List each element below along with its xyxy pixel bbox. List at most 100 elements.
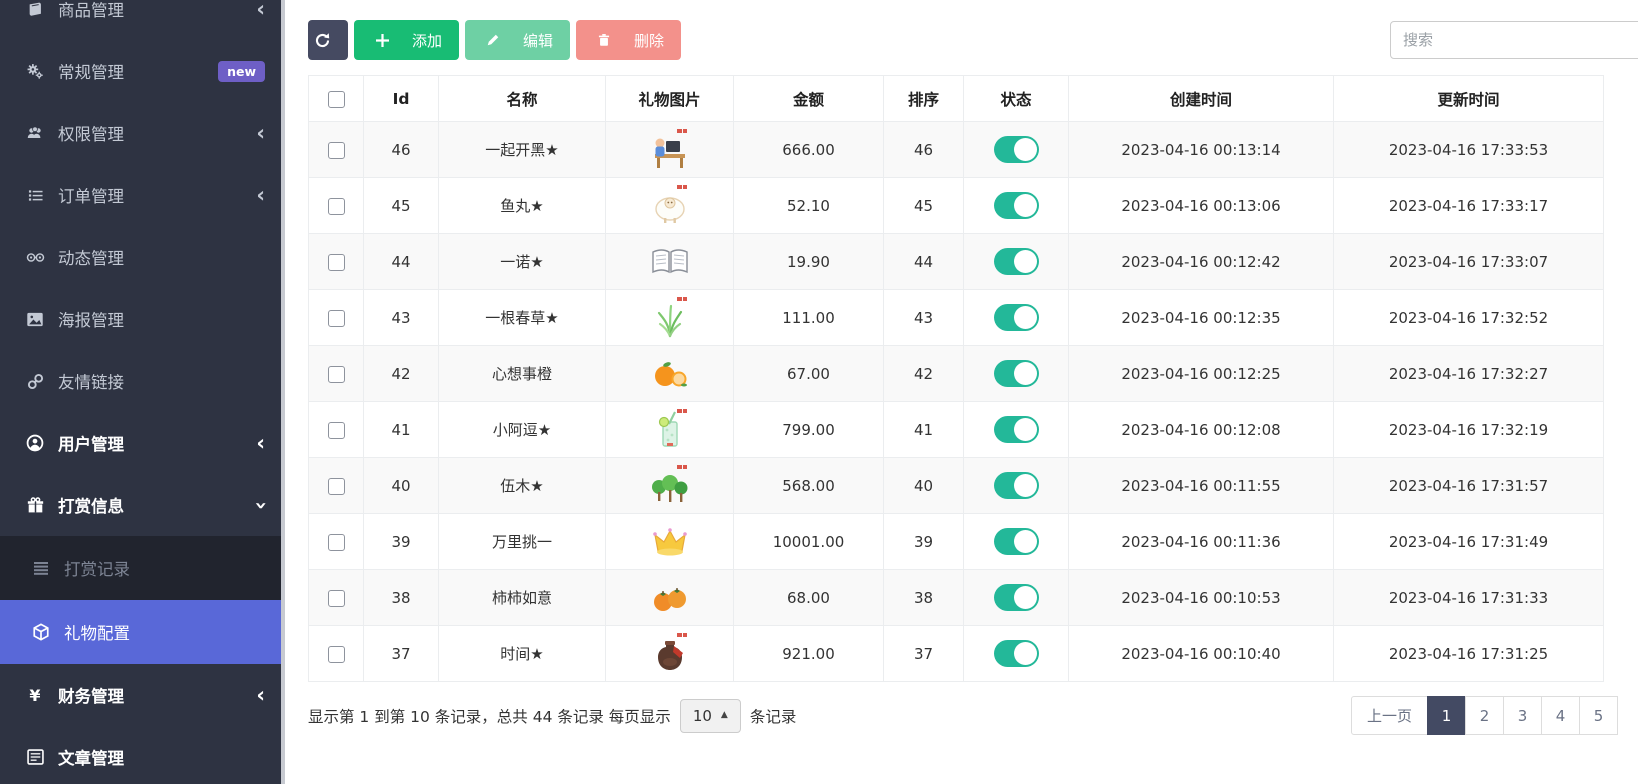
column-header: 更新时间 — [1333, 75, 1604, 122]
page-size-select[interactable]: 10 ▲ — [679, 698, 741, 733]
status-toggle[interactable] — [993, 192, 1039, 219]
sidebar-item[interactable]: 常规管理 new — [0, 40, 285, 102]
persimmons-image — [648, 576, 692, 620]
sidebar-nav: 商品管理 ‹ 常规管理 new 权限管理 ‹ 订单管理 ‹ 动态管理 海报管理 友情链接 用户管理 ‹ 打… — [0, 0, 285, 784]
status-toggle[interactable] — [993, 304, 1039, 331]
sidebar-item-label: 海报管理 — [58, 311, 124, 330]
cell-updated-time: 2023-04-16 17:31:25 — [1333, 625, 1604, 682]
cell-created-time: 2023-04-16 00:12:08 — [1068, 401, 1334, 458]
row-checkbox[interactable] — [327, 365, 345, 383]
select-all-header — [308, 75, 364, 122]
sidebar-item[interactable]: 权限管理 ‹ — [0, 102, 285, 164]
drink-image — [648, 408, 692, 452]
sidebar-item-label: 友情链接 — [58, 373, 124, 392]
row-checkbox[interactable] — [327, 421, 345, 439]
sidebar-item[interactable]: 商品管理 ‹ — [0, 0, 285, 40]
row-checkbox[interactable] — [327, 141, 345, 159]
row-checkbox[interactable] — [327, 589, 345, 607]
cell-status — [963, 569, 1069, 626]
image-icon — [24, 312, 46, 327]
sidebar-item[interactable]: 打赏记录 — [0, 536, 285, 600]
row-checkbox[interactable] — [327, 533, 345, 551]
row-checkbox[interactable] — [327, 645, 345, 663]
status-toggle[interactable] — [993, 416, 1039, 443]
sidebar-item[interactable]: ¥ 财务管理 ‹ — [0, 664, 285, 726]
row-checkbox[interactable] — [327, 253, 345, 271]
sidebar-item[interactable]: 订单管理 ‹ — [0, 164, 285, 226]
cell-sort: 44 — [883, 233, 964, 290]
cell-name: 一根春草★ — [438, 289, 606, 346]
plus-icon — [371, 33, 393, 47]
cell-created-time: 2023-04-16 00:13:06 — [1068, 177, 1334, 234]
row-checkbox[interactable] — [327, 309, 345, 327]
cell-name: 鱼丸★ — [438, 177, 606, 234]
cell-gift-image — [605, 233, 734, 290]
cell-created-time: 2023-04-16 00:12:35 — [1068, 289, 1334, 346]
row-checkbox[interactable] — [327, 477, 345, 495]
cell-checkbox — [308, 345, 364, 402]
article-icon — [24, 749, 46, 765]
sidebar-item[interactable]: 打赏信息 ‹ — [0, 474, 285, 536]
sheep-image — [648, 184, 692, 228]
cell-amount: 921.00 — [733, 625, 884, 682]
table-row: 43 一根春草★ 111.00 43 2023-04-16 00:12:35 2023-0… — [308, 289, 1604, 346]
status-toggle[interactable] — [993, 528, 1039, 555]
cell-status — [963, 233, 1069, 290]
pagination-page-button[interactable]: 1 — [1427, 696, 1466, 735]
cell-created-time: 2023-04-16 00:11:55 — [1068, 457, 1334, 514]
cell-id: 40 — [363, 457, 439, 514]
watermark-icon — [676, 128, 687, 133]
row-checkbox[interactable] — [327, 197, 345, 215]
pagination: 上一页 1 2 3 4 5 — [1350, 696, 1618, 735]
list-icon — [24, 188, 46, 203]
sidebar-item[interactable]: 友情链接 — [0, 350, 285, 412]
status-toggle[interactable] — [993, 640, 1039, 667]
status-toggle[interactable] — [993, 248, 1039, 275]
sidebar-item[interactable]: 文章管理 — [0, 726, 285, 784]
cell-id: 45 — [363, 177, 439, 234]
table-row: 37 时间★ 921.00 37 2023-04-16 00:10:40 2023-04-… — [308, 625, 1604, 682]
cell-status — [963, 121, 1069, 178]
column-header: 排序 — [883, 75, 964, 122]
cell-created-time: 2023-04-16 00:12:42 — [1068, 233, 1334, 290]
sidebar-item[interactable]: 礼物配置 — [0, 600, 285, 664]
pagination-prev-button[interactable]: 上一页 — [1350, 696, 1428, 735]
status-toggle[interactable] — [993, 472, 1039, 499]
add-button[interactable]: 添加 — [354, 20, 460, 60]
table-row: 46 一起开黑★ 666.00 46 2023-04-16 00:13:14 2023-0… — [308, 121, 1604, 178]
cell-sort: 45 — [883, 177, 964, 234]
sidebar-scrollbar[interactable] — [281, 0, 285, 784]
search-input[interactable] — [1390, 21, 1638, 59]
pagination-page-button[interactable]: 2 — [1465, 696, 1504, 735]
status-toggle[interactable] — [993, 360, 1039, 387]
cell-checkbox — [308, 513, 364, 570]
watermark-icon — [676, 184, 687, 189]
cell-name: 伍木★ — [438, 457, 606, 514]
cell-amount: 67.00 — [733, 345, 884, 402]
sidebar-item[interactable]: 动态管理 — [0, 226, 285, 288]
jar-image — [648, 632, 692, 676]
delete-button-label: 删除 — [634, 31, 665, 50]
cell-amount: 568.00 — [733, 457, 884, 514]
sidebar-item[interactable]: 用户管理 ‹ — [0, 412, 285, 474]
cell-amount: 19.90 — [733, 233, 884, 290]
cell-updated-time: 2023-04-16 17:33:07 — [1333, 233, 1604, 290]
sidebar-item-label: 文章管理 — [58, 749, 124, 768]
edit-button[interactable]: 编辑 — [465, 20, 571, 60]
select-all-checkbox[interactable] — [327, 90, 345, 108]
cell-updated-time: 2023-04-16 17:31:33 — [1333, 569, 1604, 626]
refresh-button[interactable] — [308, 20, 348, 60]
status-toggle[interactable] — [993, 136, 1039, 163]
pagination-page-button[interactable]: 4 — [1541, 696, 1580, 735]
pagination-page-button[interactable]: 5 — [1579, 696, 1618, 735]
pagination-page-button[interactable]: 3 — [1503, 696, 1542, 735]
status-toggle[interactable] — [993, 584, 1039, 611]
table-body: 46 一起开黑★ 666.00 46 2023-04-16 00:13:14 2023-0… — [308, 121, 1604, 682]
delete-button[interactable]: 删除 — [576, 20, 682, 60]
sidebar-item-label: 打赏记录 — [64, 560, 130, 579]
caret-up-icon: ▲ — [720, 710, 728, 720]
table-row: 45 鱼丸★ 52.10 45 2023-04-16 00:13:06 2023-04-1… — [308, 177, 1604, 234]
sidebar-item[interactable]: 海报管理 — [0, 288, 285, 350]
chevron-left-icon: ‹ — [256, 682, 265, 707]
cell-gift-image — [605, 289, 734, 346]
